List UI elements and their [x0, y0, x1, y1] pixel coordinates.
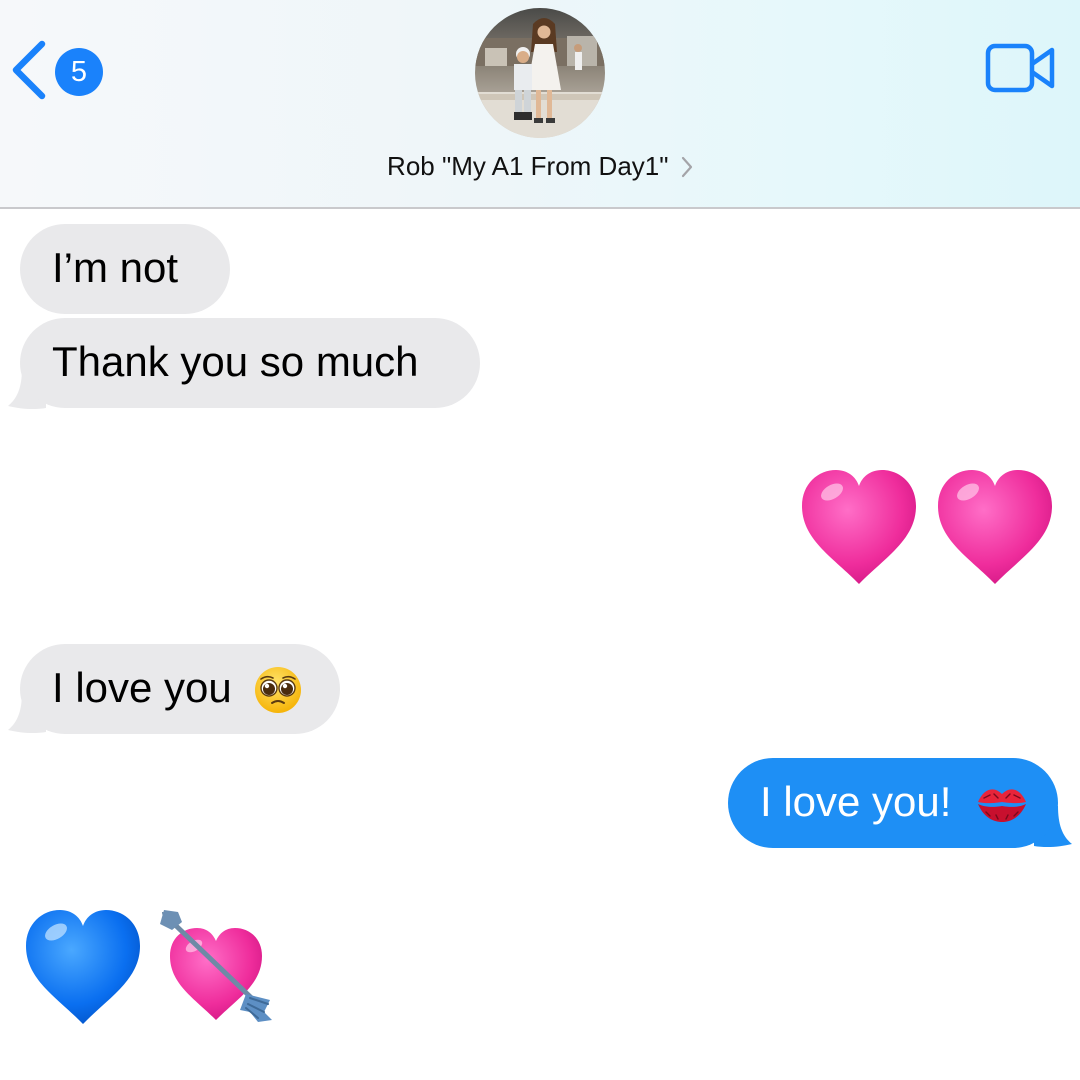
message-text: Thank you so much — [52, 338, 419, 386]
chevron-right-icon — [681, 156, 693, 177]
heart-with-arrow-icon[interactable] — [158, 908, 280, 1030]
message-text: I’m not — [52, 244, 179, 292]
outgoing-message-bubble[interactable]: I love you! — [728, 758, 1058, 848]
conversation-header: 5 Rob "My A1 From Day1" — [0, 0, 1080, 209]
unread-count-badge: 5 — [55, 48, 103, 96]
incoming-message-bubble[interactable]: I’m not — [20, 224, 230, 314]
messages-screen: 5 Rob "My A1 From Day1" I’m not Thank yo… — [0, 0, 1080, 1080]
contact-name: Rob "My A1 From Day1" — [387, 151, 669, 181]
pink-heart-icon[interactable] — [798, 466, 920, 588]
kiss-mark-icon — [978, 789, 1026, 822]
incoming-message-bubble[interactable]: I love you — [20, 644, 340, 734]
back-button[interactable]: 5 — [8, 38, 108, 102]
blue-heart-icon[interactable] — [22, 906, 144, 1028]
chevron-left-icon — [12, 40, 46, 100]
message-text: I love you! — [760, 778, 952, 826]
facetime-video-button[interactable] — [984, 42, 1058, 94]
incoming-message-bubble[interactable]: Thank you so much — [20, 318, 480, 408]
pleading-face-icon — [255, 667, 301, 713]
message-text: I love you — [52, 664, 232, 712]
pink-heart-icon[interactable] — [934, 466, 1056, 588]
contact-info-button[interactable]: Rob "My A1 From Day1" — [340, 8, 740, 198]
video-camera-icon — [985, 43, 1055, 93]
contact-name-row: Rob "My A1 From Day1" — [340, 151, 740, 191]
contact-avatar — [475, 8, 605, 138]
